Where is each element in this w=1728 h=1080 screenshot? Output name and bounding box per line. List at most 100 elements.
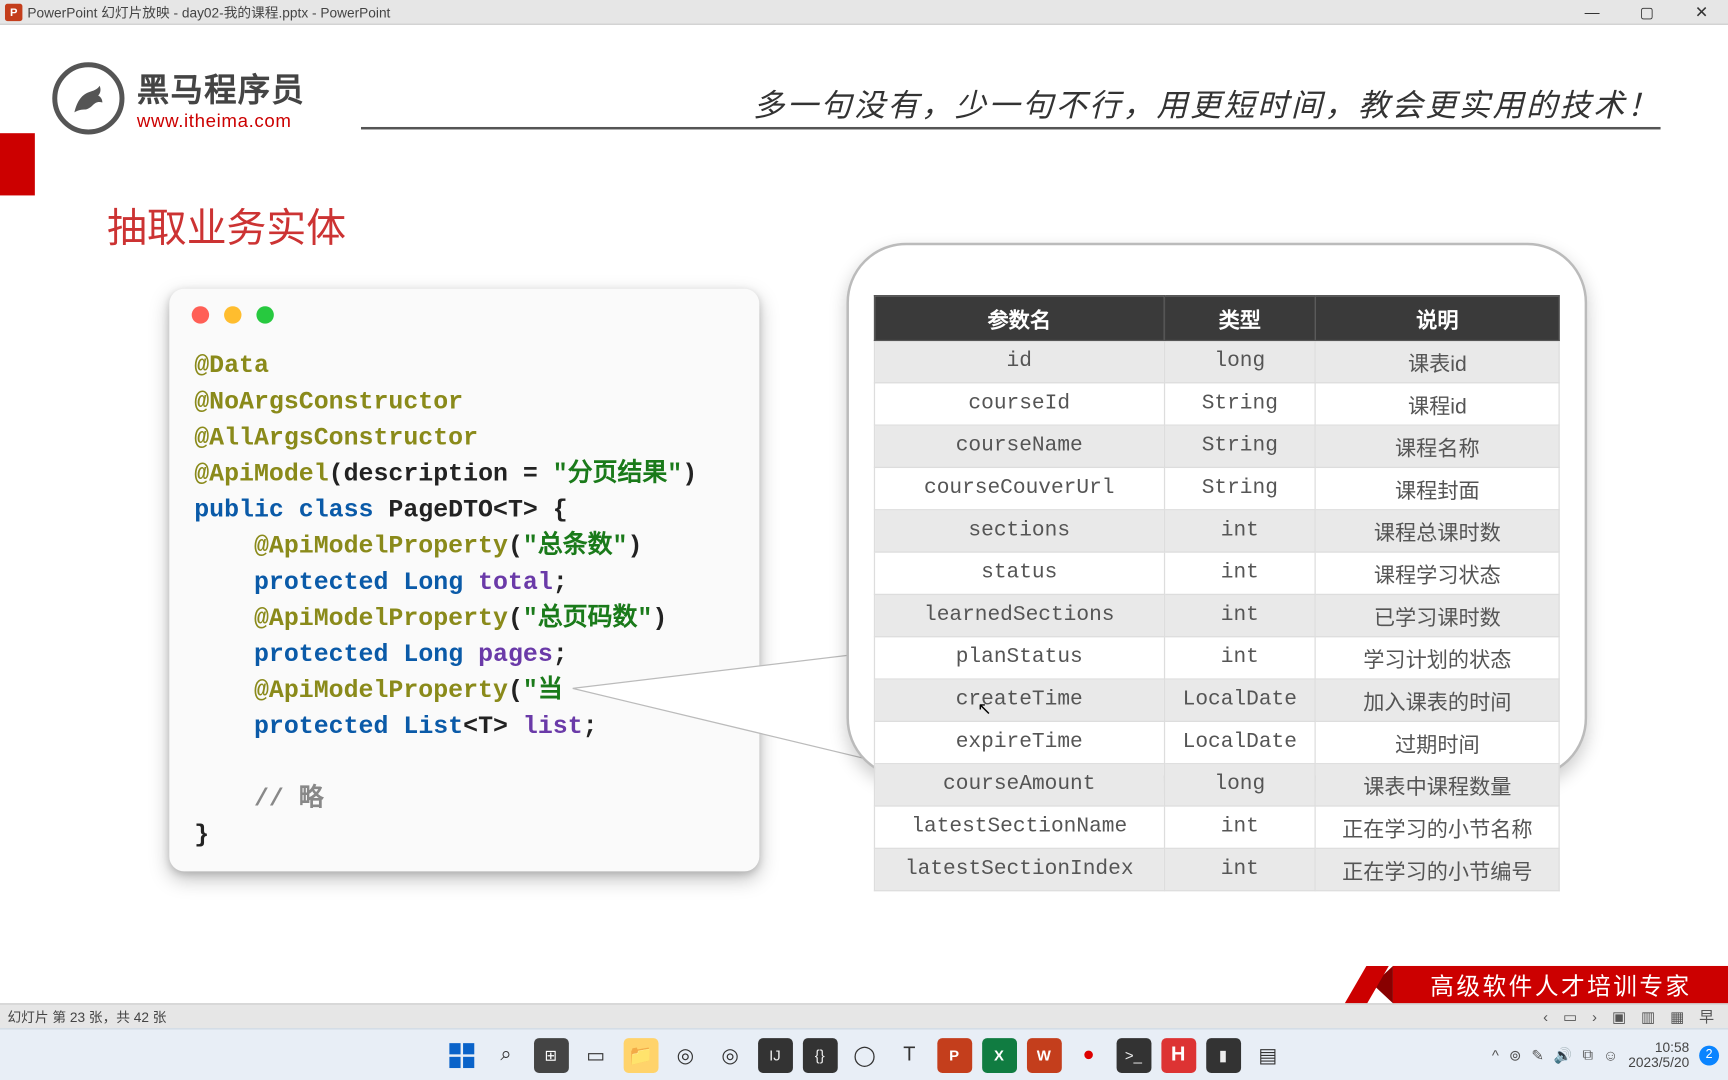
text-tool-icon[interactable]: T [892, 1038, 927, 1073]
record-icon[interactable]: ● [1071, 1038, 1106, 1073]
cell-param-name: createTime [874, 679, 1164, 721]
system-tray[interactable]: ^ ⊚ ✎ 🔊 ⧉ ☺ 10:58 2023/5/20 2 [1492, 1040, 1719, 1070]
cell-param-name: id [874, 340, 1164, 382]
cell-type: LocalDate [1164, 721, 1316, 763]
start-button[interactable] [444, 1038, 479, 1073]
next-slide-button[interactable]: › [1585, 1008, 1605, 1025]
table-row: createTimeLocalDate加入课表的时间 [874, 679, 1559, 721]
taskview-icon[interactable]: ⊞ [533, 1038, 568, 1073]
brand-url: www.itheima.com [137, 111, 305, 132]
cell-type: String [1164, 425, 1316, 467]
col-type: 类型 [1164, 296, 1316, 341]
mac-min-icon [224, 306, 241, 323]
taskbar[interactable]: ⌕ ⊞ ▭ 📁 ◎ ◎ IJ {} ◯ T P X W ● >_ H ▮ ▤ ^… [0, 1028, 1728, 1080]
code-window: @Data @NoArgsConstructor @AllArgsConstru… [169, 289, 759, 872]
intellij-icon[interactable]: IJ [757, 1038, 792, 1073]
table-row: courseCouverUrlString课程封面 [874, 467, 1559, 509]
cell-type: long [1164, 764, 1316, 806]
table-row: statusint课程学习状态 [874, 552, 1559, 594]
widgets-icon[interactable]: ▭ [578, 1038, 613, 1073]
volume-icon[interactable]: 🔊 [1554, 1046, 1573, 1063]
cell-desc: 正在学习的小节名称 [1316, 806, 1560, 848]
col-desc: 说明 [1316, 296, 1560, 341]
col-param-name: 参数名 [874, 296, 1164, 341]
date-text: 2023/5/20 [1628, 1055, 1689, 1070]
browser-icon[interactable]: ◎ [713, 1038, 748, 1073]
table-row: latestSectionNameint正在学习的小节名称 [874, 806, 1559, 848]
cell-param-name: courseId [874, 383, 1164, 425]
terminal-icon[interactable]: >_ [1116, 1038, 1151, 1073]
cell-param-name: latestSectionIndex [874, 848, 1164, 890]
header-divider [361, 127, 1661, 129]
cell-param-name: expireTime [874, 721, 1164, 763]
parameter-table-card: 参数名 类型 说明 idlong课表idcourseIdString课程idco… [846, 243, 1587, 778]
view-slideshow-icon[interactable]: 早 [1692, 1006, 1722, 1027]
slide-counter: 幻灯片 第 23 张，共 42 张 [7, 1006, 166, 1026]
prev-slide-button[interactable]: ‹ [1536, 1008, 1556, 1025]
minimize-button[interactable]: — [1565, 3, 1620, 20]
slide-decor-left [0, 133, 35, 195]
console-icon[interactable]: ▮ [1206, 1038, 1241, 1073]
cell-type: LocalDate [1164, 679, 1316, 721]
table-row: courseNameString课程名称 [874, 425, 1559, 467]
word-icon[interactable]: W [1026, 1038, 1061, 1073]
table-row: sectionsint课程总课时数 [874, 510, 1559, 552]
clock[interactable]: 10:58 2023/5/20 [1628, 1040, 1689, 1070]
onedrive-icon[interactable]: ⊚ [1509, 1046, 1522, 1063]
pen-icon[interactable]: ✎ [1531, 1046, 1544, 1063]
search-icon[interactable]: ⌕ [489, 1038, 524, 1073]
chrome-icon[interactable]: ◎ [668, 1038, 703, 1073]
view-normal-icon[interactable]: ▣ [1604, 1008, 1633, 1025]
cell-desc: 课程id [1316, 383, 1560, 425]
table-row: idlong课表id [874, 340, 1559, 382]
window-titlebar: P PowerPoint 幻灯片放映 - day02-我的课程.pptx - P… [0, 0, 1728, 25]
tray-chevron-icon[interactable]: ^ [1492, 1046, 1499, 1063]
mac-max-icon [256, 306, 273, 323]
cell-type: long [1164, 340, 1316, 382]
notes-icon[interactable]: ▤ [1250, 1038, 1285, 1073]
cell-param-name: latestSectionName [874, 806, 1164, 848]
excel-icon[interactable]: X [982, 1038, 1017, 1073]
cell-desc: 课表id [1316, 340, 1560, 382]
cell-type: int [1164, 637, 1316, 679]
cell-param-name: courseName [874, 425, 1164, 467]
code-icon[interactable]: {} [802, 1038, 837, 1073]
cell-desc: 课程总课时数 [1316, 510, 1560, 552]
cell-desc: 课程名称 [1316, 425, 1560, 467]
cell-desc: 已学习课时数 [1316, 594, 1560, 636]
time-text: 10:58 [1628, 1040, 1689, 1055]
powerpoint-taskbar-icon[interactable]: P [937, 1038, 972, 1073]
github-icon[interactable]: ◯ [847, 1038, 882, 1073]
cell-desc: 课表中课程数量 [1316, 764, 1560, 806]
app-h-icon[interactable]: H [1161, 1038, 1196, 1073]
network-icon[interactable]: ⧉ [1582, 1046, 1593, 1065]
cell-param-name: learnedSections [874, 594, 1164, 636]
cell-type: int [1164, 806, 1316, 848]
slide-thumb-icon[interactable]: ▭ [1556, 1008, 1585, 1025]
footer-ribbon: 高级软件人才培训专家 [1393, 966, 1728, 1003]
view-sorter-icon[interactable]: ▥ [1634, 1008, 1663, 1025]
maximize-button[interactable]: ▢ [1619, 3, 1674, 20]
cell-desc: 加入课表的时间 [1316, 679, 1560, 721]
cell-type: String [1164, 383, 1316, 425]
cell-param-name: courseAmount [874, 764, 1164, 806]
mac-close-icon [192, 306, 209, 323]
notification-badge[interactable]: 2 [1699, 1045, 1719, 1065]
window-title: PowerPoint 幻灯片放映 - day02-我的课程.pptx - Pow… [27, 2, 390, 22]
table-row: planStatusint学习计划的状态 [874, 637, 1559, 679]
cell-param-name: courseCouverUrl [874, 467, 1164, 509]
file-explorer-icon[interactable]: 📁 [623, 1038, 658, 1073]
horse-icon [52, 62, 124, 134]
cell-param-name: planStatus [874, 637, 1164, 679]
ime-icon[interactable]: ☺ [1603, 1046, 1618, 1063]
cell-desc: 过期时间 [1316, 721, 1560, 763]
cell-desc: 正在学习的小节编号 [1316, 848, 1560, 890]
slide-canvas[interactable]: 黑马程序员 www.itheima.com 多一句没有，少一句不行，用更短时间，… [0, 25, 1728, 1003]
view-reading-icon[interactable]: ▦ [1663, 1008, 1692, 1025]
cell-type: int [1164, 848, 1316, 890]
table-row: courseAmountlong课表中课程数量 [874, 764, 1559, 806]
section-title: 抽取业务实体 [107, 197, 346, 254]
table-row: latestSectionIndexint正在学习的小节编号 [874, 848, 1559, 890]
code-block: @Data @NoArgsConstructor @AllArgsConstru… [194, 349, 697, 854]
close-button[interactable]: ✕ [1674, 2, 1728, 22]
